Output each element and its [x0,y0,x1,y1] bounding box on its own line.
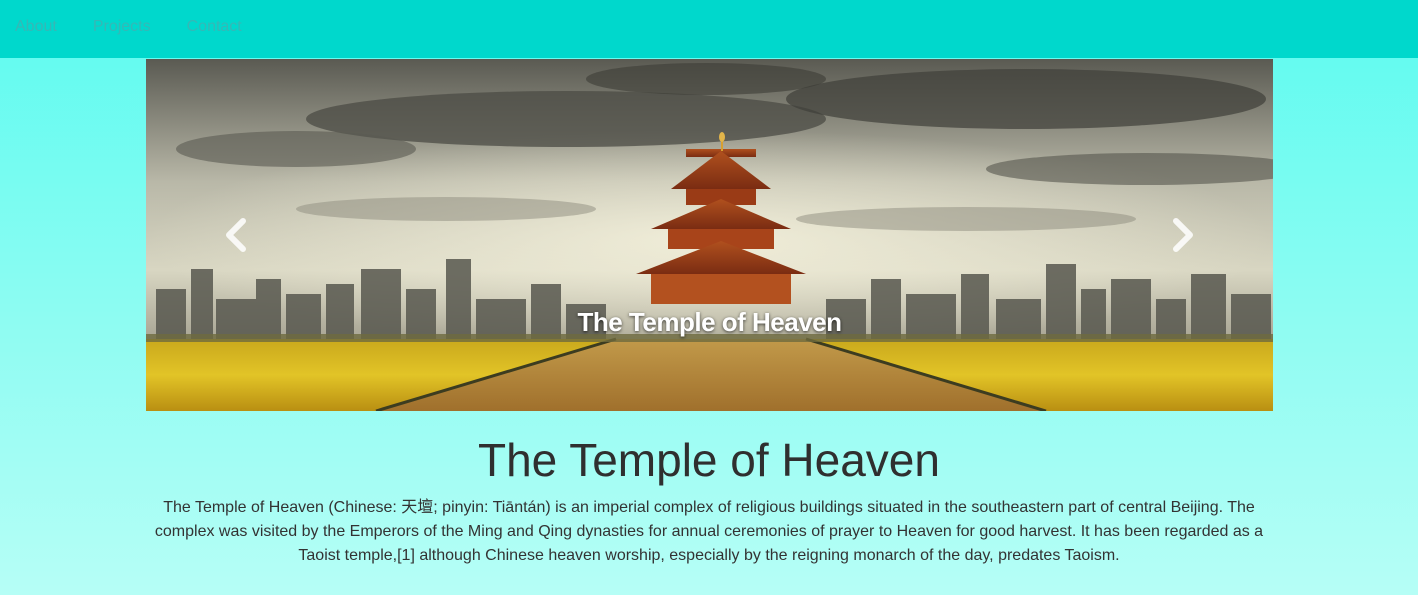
carousel-caption: The Temple of Heaven [577,307,842,337]
nav-link-contact[interactable]: Contact [187,18,242,36]
nav-link-projects[interactable]: Projects [93,18,151,36]
chevron-left-icon [226,218,246,252]
page-description: The Temple of Heaven (Chinese: 天壇; pinyi… [154,499,1264,564]
carousel-next-button[interactable] [1093,59,1273,411]
carousel-prev-button[interactable] [146,59,326,411]
navbar: About Projects Contact [0,0,1418,58]
nav-link-about[interactable]: About [15,18,57,36]
image-carousel: The Temple of Heaven [146,59,1273,411]
page-title: The Temple of Heaven [478,434,940,486]
chevron-right-icon [1173,218,1193,252]
